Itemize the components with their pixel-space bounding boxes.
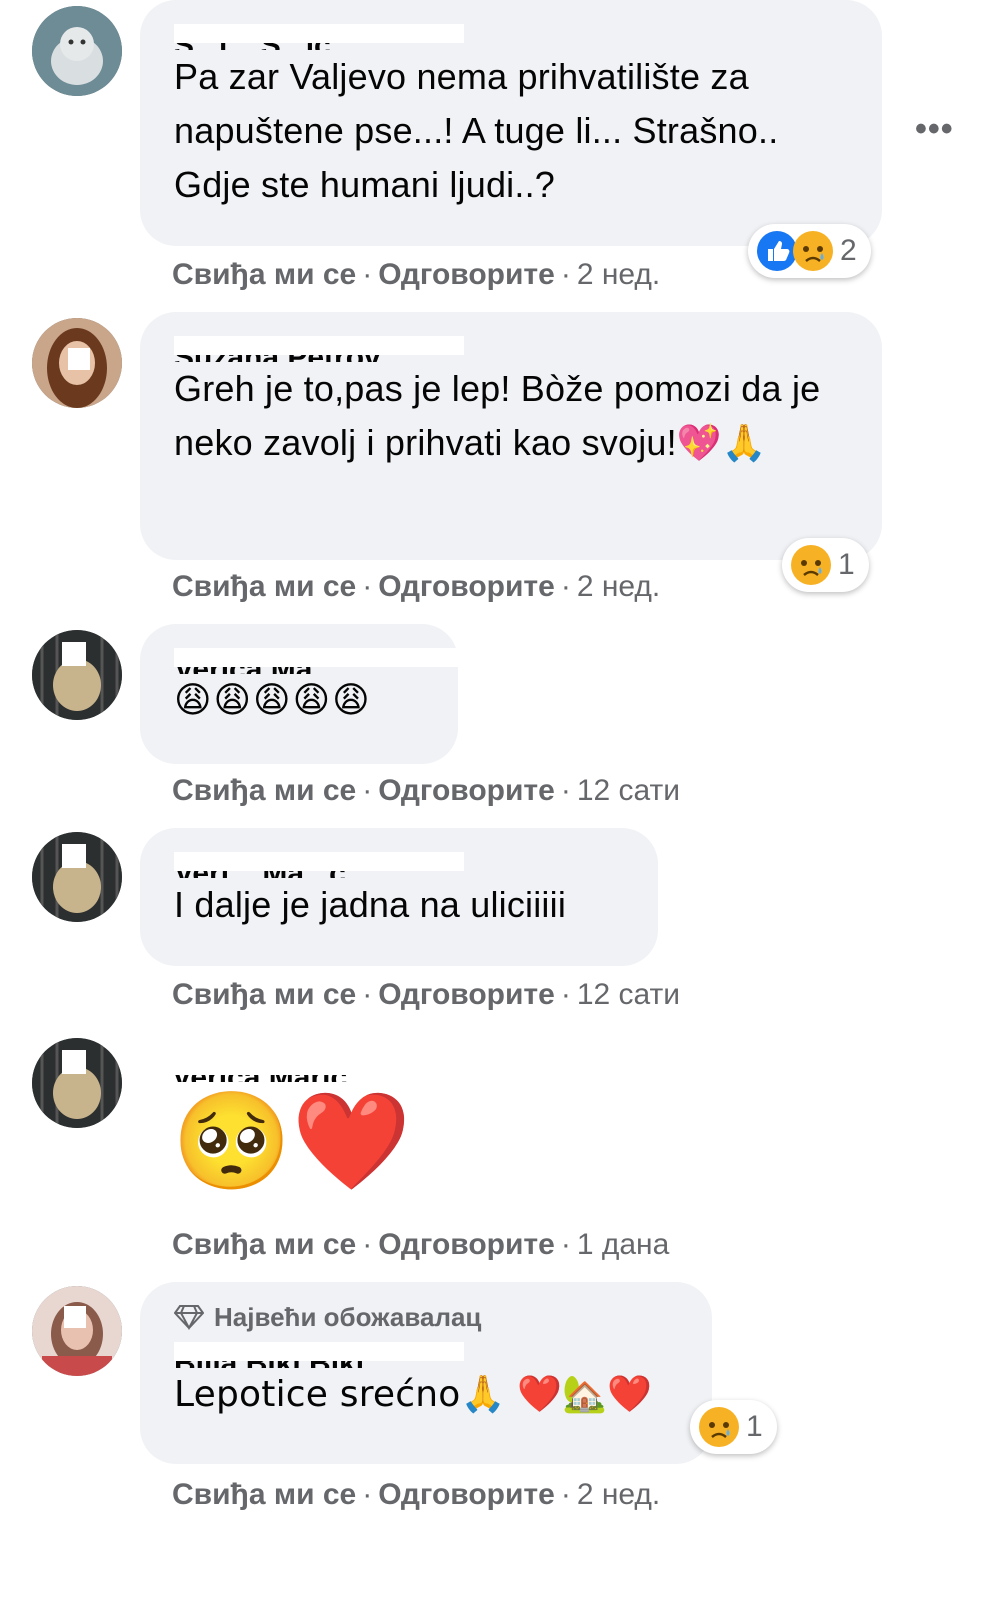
separator: · — [560, 1228, 571, 1261]
name-redaction — [174, 1342, 464, 1361]
comment-text: 😩😩😩😩😩 — [174, 680, 372, 721]
comment-author[interactable]: Bilja Biki Biki — [174, 1342, 464, 1368]
comment-text: Greh je to,pas je lep! Bòže pomozi da je… — [174, 368, 821, 463]
timestamp[interactable]: 12 сати — [577, 774, 680, 807]
avatar[interactable] — [32, 1286, 122, 1376]
comment-author[interactable]: Verica Marić — [172, 1056, 462, 1082]
reaction-summary[interactable]: 1 — [690, 1400, 777, 1454]
reaction-count: 2 — [840, 234, 857, 267]
top-fan-label: Највећи обожавалац — [214, 1301, 482, 1332]
separator: · — [362, 774, 373, 807]
comment-bubble: S...i... S...ić Pa zar Valjevo nema prih… — [140, 0, 882, 246]
timestamp[interactable]: 1 дана — [577, 1228, 669, 1261]
separator: · — [362, 570, 373, 603]
reply-button[interactable]: Одговорите — [378, 1478, 555, 1511]
comment-bubble: Највећи обожавалац Bilja Biki Biki Lepot… — [140, 1282, 712, 1464]
separator: · — [362, 978, 373, 1011]
comment-author[interactable]: Veri... Ma...ć — [174, 852, 464, 878]
comment-actions: Свиђа ми се · Одговорите · 2 нед. — [172, 1478, 660, 1512]
reply-button[interactable]: Одговорите — [378, 774, 555, 807]
comment-text: Lepotice srećno🙏 ❤️🏡❤️ — [174, 1374, 653, 1415]
name-redaction — [174, 852, 464, 871]
comment-author[interactable]: Suzana Petrov... — [174, 336, 464, 362]
avatar[interactable] — [32, 318, 122, 408]
reaction-count: 1 — [746, 1410, 763, 1443]
comment-actions: Свиђа ми се · Одговорите · 2 нед. — [172, 258, 660, 292]
timestamp[interactable]: 12 сати — [577, 978, 680, 1011]
avatar[interactable] — [32, 832, 122, 922]
comment-actions: Свиђа ми се · Одговорите · 2 нед. — [172, 570, 660, 604]
separator: · — [560, 1478, 571, 1511]
comment-bubble: Verica Ma... 😩😩😩😩😩 — [140, 624, 464, 764]
like-button[interactable]: Свиђа ми се — [172, 774, 356, 807]
comment-body: Verica Marić 🥺❤️ — [172, 1056, 462, 1196]
like-button[interactable]: Свиђа ми се — [172, 1478, 356, 1511]
sad-icon — [698, 1406, 740, 1448]
reply-button[interactable]: Одговорите — [378, 570, 555, 603]
top-fan-badge: Највећи обожавалац — [174, 1302, 678, 1332]
separator: · — [560, 258, 571, 291]
comment-bubble: Suzana Petrov... Greh je to,pas je lep! … — [140, 312, 882, 560]
reaction-count: 1 — [838, 548, 855, 581]
name-redaction — [174, 648, 464, 667]
name-redaction — [174, 336, 464, 355]
reaction-summary[interactable]: 1 — [782, 538, 869, 592]
comment-author[interactable]: Verica Ma... — [174, 648, 464, 674]
avatar[interactable] — [32, 630, 122, 720]
timestamp[interactable]: 2 нед. — [577, 1478, 660, 1511]
comment-text: Pa zar Valjevo nema prihvatilište za nap… — [174, 56, 779, 205]
comment-author[interactable]: S...i... S...ić — [174, 24, 464, 50]
avatar[interactable] — [32, 1038, 122, 1128]
comment-actions: Свиђа ми се · Одговорите · 12 сати — [172, 774, 680, 808]
separator: · — [362, 1228, 373, 1261]
like-button[interactable]: Свиђа ми се — [172, 1228, 356, 1261]
reaction-summary[interactable]: 2 — [748, 224, 871, 278]
separator: · — [560, 774, 571, 807]
separator: · — [560, 978, 571, 1011]
comment-text: 🥺❤️ — [172, 1085, 412, 1197]
like-button[interactable]: Свиђа ми се — [172, 978, 356, 1011]
comment-text: I dalje je jadna na uliciiiii — [174, 884, 567, 925]
name-redaction — [174, 24, 464, 43]
like-button[interactable]: Свиђа ми се — [172, 570, 356, 603]
more-options-button[interactable]: ••• — [915, 110, 954, 149]
reply-button[interactable]: Одговорите — [378, 978, 555, 1011]
name-redaction — [172, 1056, 462, 1075]
reply-button[interactable]: Одговорите — [378, 1228, 555, 1261]
separator: · — [560, 570, 571, 603]
separator: · — [362, 1478, 373, 1511]
like-button[interactable]: Свиђа ми се — [172, 258, 356, 291]
sad-icon — [792, 230, 834, 272]
reply-button[interactable]: Одговорите — [378, 258, 555, 291]
separator: · — [362, 258, 373, 291]
timestamp[interactable]: 2 нед. — [577, 258, 660, 291]
avatar[interactable] — [32, 6, 122, 96]
comment-actions: Свиђа ми се · Одговорите · 1 дана — [172, 1228, 669, 1262]
sad-icon — [790, 544, 832, 586]
diamond-icon — [174, 1305, 204, 1330]
comment-actions: Свиђа ми се · Одговорите · 12 сати — [172, 978, 680, 1012]
timestamp[interactable]: 2 нед. — [577, 570, 660, 603]
comment-bubble: Veri... Ma...ć I dalje je jadna na ulici… — [140, 828, 658, 966]
